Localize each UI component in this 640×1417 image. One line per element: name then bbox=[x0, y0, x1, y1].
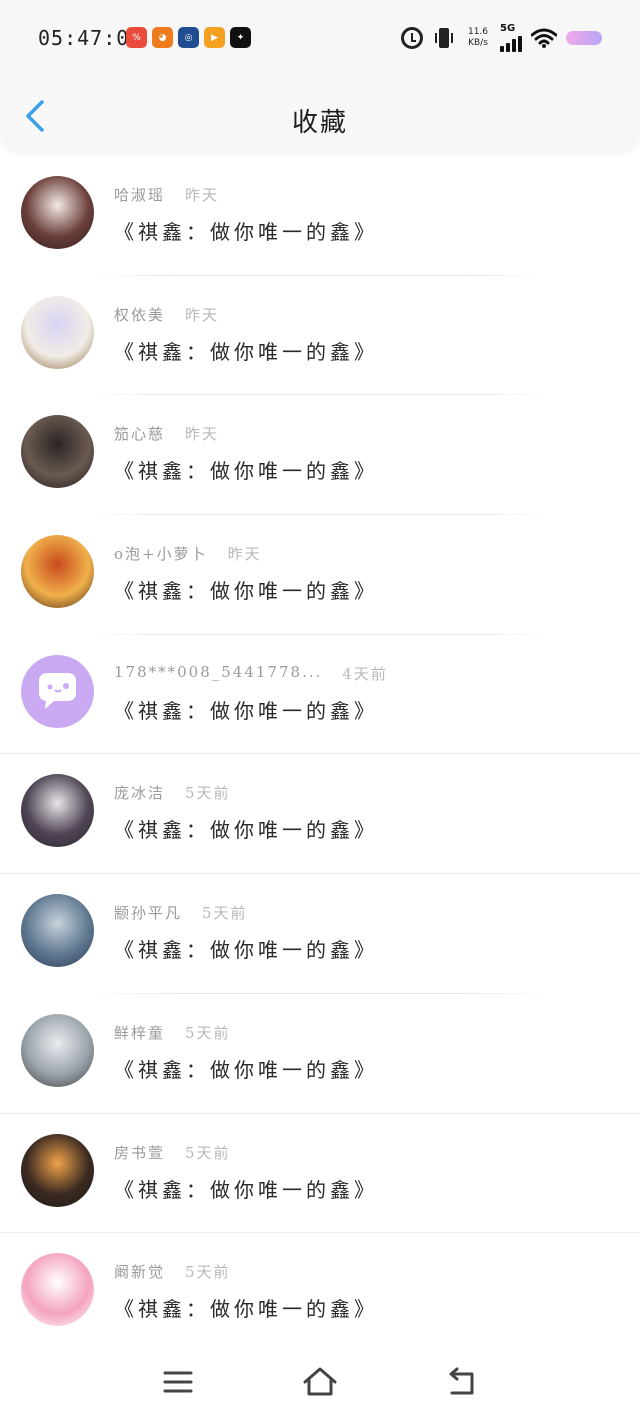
favorite-list-item[interactable]: 笳心慈 昨天《祺鑫：做你唯一的鑫》 bbox=[0, 395, 640, 516]
avatar bbox=[21, 654, 94, 728]
network-type: 5G bbox=[500, 23, 516, 34]
status-bar: 05:47:06 % ◕ ◎ ▶ ✦ 11.6 KB/s 5G bbox=[0, 0, 640, 78]
avatar bbox=[21, 894, 94, 968]
timestamp: 昨天 bbox=[185, 425, 220, 444]
wifi-icon bbox=[531, 28, 557, 48]
item-meta: 权依美 昨天 bbox=[114, 304, 219, 325]
work-title: 《祺鑫：做你唯一的鑫》 bbox=[114, 938, 378, 963]
work-title: 《祺鑫：做你唯一的鑫》 bbox=[114, 579, 378, 604]
user-name: 颛孙平凡 bbox=[114, 904, 183, 923]
home-icon bbox=[303, 1367, 337, 1396]
item-meta: 哈淑瑶 昨天 bbox=[114, 184, 219, 205]
work-title: 《祺鑫：做你唯一的鑫》 bbox=[114, 1057, 378, 1082]
item-meta: 房书萱 5天前 bbox=[114, 1142, 231, 1163]
cell-signal: 5G bbox=[500, 24, 522, 52]
chat-bubble-icon bbox=[39, 672, 76, 709]
item-meta: 庞冰洁 5天前 bbox=[114, 782, 231, 803]
network-speed-value: 11.6 bbox=[467, 27, 489, 37]
user-name: 笳心慈 bbox=[114, 425, 166, 444]
item-meta: 178***008_5441778... 4天前 bbox=[114, 663, 388, 684]
work-title: 《祺鑫：做你唯一的鑫》 bbox=[114, 459, 378, 484]
battery-icon bbox=[566, 31, 602, 45]
sparkle-app-icon: ✦ bbox=[230, 27, 251, 48]
favorite-list-item[interactable]: 庞冰洁 5天前《祺鑫：做你唯一的鑫》 bbox=[0, 754, 640, 875]
favorite-list-item[interactable]: 阚新觉 5天前《祺鑫：做你唯一的鑫》 bbox=[0, 1233, 640, 1353]
avatar bbox=[21, 535, 94, 609]
user-name: o泡+小萝卜 bbox=[114, 545, 208, 564]
item-meta: 鲜梓童 5天前 bbox=[114, 1022, 231, 1043]
avatar bbox=[21, 1013, 94, 1087]
favorite-list-item[interactable]: 权依美 昨天《祺鑫：做你唯一的鑫》 bbox=[0, 276, 640, 396]
avatar bbox=[21, 1253, 94, 1327]
favorite-list-item[interactable]: 178***008_5441778... 4天前《祺鑫：做你唯一的鑫》 bbox=[0, 635, 640, 755]
work-title: 《祺鑫：做你唯一的鑫》 bbox=[114, 220, 378, 244]
favorite-list-item[interactable]: 颛孙平凡 5天前《祺鑫：做你唯一的鑫》 bbox=[0, 874, 640, 994]
alarm-icon bbox=[401, 27, 423, 49]
network-speed-unit: KB/s bbox=[468, 38, 488, 48]
pumpkin-app-icon: ◕ bbox=[152, 27, 173, 48]
timestamp: 5天前 bbox=[185, 1023, 231, 1042]
timestamp: 4天前 bbox=[342, 664, 388, 683]
avatar bbox=[21, 415, 94, 489]
avatar bbox=[21, 1133, 94, 1207]
work-title: 《祺鑫：做你唯一的鑫》 bbox=[114, 698, 378, 723]
home-button[interactable] bbox=[300, 1362, 340, 1402]
user-name: 鲜梓童 bbox=[114, 1023, 166, 1042]
work-title: 《祺鑫：做你唯一的鑫》 bbox=[114, 1297, 378, 1322]
item-meta: 笳心慈 昨天 bbox=[114, 423, 219, 444]
timestamp: 5天前 bbox=[185, 1263, 231, 1282]
favorite-list-item[interactable]: 哈淑瑶 昨天《祺鑫：做你唯一的鑫》 bbox=[0, 156, 640, 276]
favorite-list-item[interactable]: o泡+小萝卜 昨天《祺鑫：做你唯一的鑫》 bbox=[0, 515, 640, 635]
menu-icon bbox=[163, 1371, 193, 1393]
avatar bbox=[21, 774, 94, 848]
system-nav-bar bbox=[0, 1342, 640, 1417]
timestamp: 昨天 bbox=[227, 545, 262, 564]
blue-app-icon: ◎ bbox=[178, 27, 199, 48]
page-title: 收藏 bbox=[291, 108, 348, 138]
favorite-list-item[interactable]: 鲜梓童 5天前《祺鑫：做你唯一的鑫》 bbox=[0, 994, 640, 1114]
favorite-list-item[interactable]: 房书萱 5天前《祺鑫：做你唯一的鑫》 bbox=[0, 1114, 640, 1234]
avatar bbox=[21, 176, 94, 249]
timestamp: 昨天 bbox=[185, 305, 220, 324]
avatar bbox=[21, 295, 94, 369]
signal-icon bbox=[500, 34, 522, 52]
favorites-list: 哈淑瑶 昨天 《祺鑫：做你唯一的鑫》 权依美 昨天 《祺鑫：做你唯一的鑫》 笳心慈 昨天 《祺鑫… bbox=[0, 156, 640, 1353]
back-nav-button[interactable] bbox=[442, 1362, 482, 1402]
user-name: 权依美 bbox=[114, 305, 166, 324]
timestamp: 昨天 bbox=[185, 186, 220, 204]
item-meta: o泡+小萝卜 昨天 bbox=[114, 543, 262, 564]
work-title: 《祺鑫：做你唯一的鑫》 bbox=[114, 1177, 378, 1202]
timestamp: 5天前 bbox=[185, 1143, 231, 1162]
video-app-icon: ▶ bbox=[204, 27, 225, 48]
item-meta: 阚新觉 5天前 bbox=[114, 1261, 231, 1282]
network-speed: 11.6 KB/s bbox=[465, 27, 491, 49]
user-name: 阚新觉 bbox=[114, 1263, 166, 1282]
vibrate-icon bbox=[432, 27, 456, 49]
back-arrow-icon bbox=[449, 1367, 474, 1395]
user-name: 178***008_5441778... bbox=[114, 662, 323, 681]
system-status-icons: 11.6 KB/s 5G bbox=[401, 24, 602, 52]
timestamp: 5天前 bbox=[202, 904, 248, 923]
menu-button[interactable] bbox=[158, 1362, 198, 1402]
page-header: 收藏 bbox=[0, 78, 640, 154]
work-title: 《祺鑫：做你唯一的鑫》 bbox=[114, 818, 378, 843]
work-title: 《祺鑫：做你唯一的鑫》 bbox=[114, 339, 378, 364]
user-name: 庞冰洁 bbox=[114, 784, 166, 803]
sale-app-icon: % bbox=[126, 27, 147, 48]
notification-app-icons: % ◕ ◎ ▶ ✦ bbox=[126, 27, 251, 48]
timestamp: 5天前 bbox=[185, 784, 231, 803]
user-name: 哈淑瑶 bbox=[114, 186, 166, 204]
user-name: 房书萱 bbox=[114, 1143, 166, 1162]
item-meta: 颛孙平凡 5天前 bbox=[114, 902, 248, 923]
